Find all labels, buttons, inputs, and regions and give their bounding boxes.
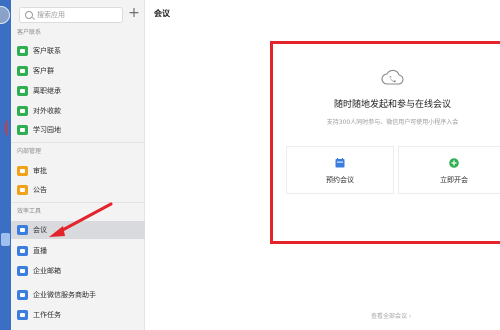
sidebar-item-announcement[interactable]: 公告 bbox=[11, 181, 145, 199]
annotation-arrow bbox=[49, 202, 113, 237]
sidebar-item-label: 企业邮箱 bbox=[33, 267, 61, 275]
meeting-subtext: 支持300人同时参与、微信用户可使用小程序入会 bbox=[326, 119, 459, 126]
sidebar-item-customer-group[interactable]: 客户群 bbox=[11, 62, 145, 80]
customer-group-icon bbox=[17, 66, 28, 76]
search-placeholder: 搜索应用 bbox=[37, 11, 65, 19]
payment-icon bbox=[17, 106, 28, 116]
search-input[interactable]: 搜索应用 bbox=[19, 7, 123, 23]
section-customer: 客户联系 bbox=[17, 29, 42, 36]
section-divider bbox=[11, 142, 145, 143]
sidebar-item-customer-contact[interactable]: 客户联系 bbox=[11, 42, 145, 60]
start-meeting-button[interactable]: 立即开会 bbox=[398, 146, 500, 194]
app-sidebar: 搜索应用 + 客户联系 客户联系 客户群 离职继承 对外收款 学习园地 内部管理… bbox=[11, 0, 145, 330]
start-meeting-label: 立即开会 bbox=[440, 176, 468, 184]
sidebar-item-label: 离职继承 bbox=[33, 87, 61, 95]
sidebar-item-mail[interactable]: 企业邮箱 bbox=[11, 262, 145, 280]
sidebar-item-label: 企业微信服务商助手 bbox=[33, 291, 96, 299]
study-icon bbox=[17, 125, 28, 135]
sidebar-item-study[interactable]: 学习园地 bbox=[11, 121, 145, 139]
avatar[interactable] bbox=[0, 6, 10, 24]
page-title: 会议 bbox=[154, 9, 170, 18]
sidebar-item-label: 对外收款 bbox=[33, 107, 61, 115]
sidebar-item-label: 直播 bbox=[33, 247, 47, 255]
resign-inherit-icon bbox=[17, 86, 28, 96]
rail-workbench-icon[interactable] bbox=[1, 233, 10, 246]
sidebar-item-payment[interactable]: 对外收款 bbox=[11, 102, 145, 120]
search-icon bbox=[25, 11, 33, 19]
sidebar-item-task[interactable]: 工作任务 bbox=[11, 306, 145, 324]
schedule-meeting-label: 预约会议 bbox=[326, 176, 354, 184]
schedule-icon bbox=[335, 158, 345, 168]
add-button[interactable]: + bbox=[128, 5, 140, 21]
sidebar-item-label: 工作任务 bbox=[33, 311, 61, 319]
sidebar-item-service-assistant[interactable]: 企业微信服务商助手 bbox=[11, 286, 145, 304]
start-meeting-icon bbox=[449, 158, 459, 168]
meeting-highlight-panel: 随时随地发起和参与在线会议 支持300人同时参与、微信用户可使用小程序入会 预约… bbox=[270, 41, 500, 244]
schedule-meeting-button[interactable]: 预约会议 bbox=[286, 146, 394, 194]
service-assistant-icon bbox=[17, 290, 28, 300]
meeting-headline: 随时随地发起和参与在线会议 bbox=[333, 100, 451, 110]
sidebar-item-label: 公告 bbox=[33, 186, 47, 194]
sidebar-item-live[interactable]: 直播 bbox=[11, 242, 145, 260]
main-content: 会议 随时随地发起和参与在线会议 支持300人同时参与、微信用户可使用小程序入会… bbox=[145, 0, 500, 330]
sidebar-item-label: 会议 bbox=[33, 226, 47, 234]
customer-contact-icon bbox=[17, 46, 28, 56]
approval-icon bbox=[17, 166, 28, 176]
sidebar-item-label: 客户联系 bbox=[33, 47, 61, 55]
sidebar-item-label: 学习园地 bbox=[33, 126, 61, 134]
live-icon bbox=[17, 246, 28, 256]
sidebar-item-label: 客户群 bbox=[33, 67, 54, 75]
mail-icon bbox=[17, 266, 28, 276]
announcement-icon bbox=[17, 185, 28, 195]
app-nav-rail bbox=[0, 0, 11, 330]
sidebar-item-resign-inherit[interactable]: 离职继承 bbox=[11, 82, 145, 100]
sidebar-item-label: 审批 bbox=[33, 167, 47, 175]
section-internal: 内部管理 bbox=[17, 148, 42, 155]
meeting-phone-icon bbox=[381, 69, 404, 85]
meeting-icon bbox=[17, 225, 28, 235]
task-icon bbox=[17, 310, 28, 320]
section-efficiency: 效率工具 bbox=[17, 208, 42, 215]
sidebar-item-approval[interactable]: 审批 bbox=[11, 162, 145, 180]
view-all-meetings-link[interactable]: 查看全部会议 › bbox=[371, 313, 411, 321]
